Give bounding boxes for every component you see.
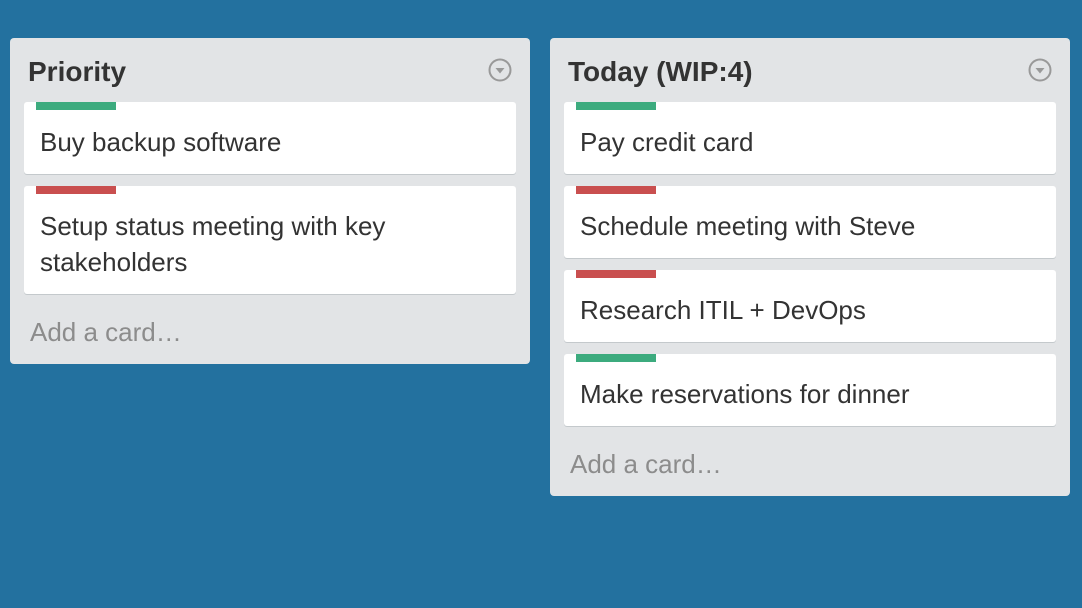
card-title: Buy backup software xyxy=(40,127,282,157)
card-title: Schedule meeting with Steve xyxy=(580,211,916,241)
card-label-red xyxy=(36,186,116,194)
card-label-green xyxy=(36,102,116,110)
list-header: Priority xyxy=(10,38,530,102)
card-list: Pay credit card Schedule meeting with St… xyxy=(550,102,1070,426)
list-title[interactable]: Today (WIP:4) xyxy=(568,54,753,90)
card-title: Setup status meeting with key stakeholde… xyxy=(40,211,386,277)
add-card-button[interactable]: Add a card… xyxy=(10,306,530,364)
card-label-green xyxy=(576,102,656,110)
list-priority: Priority Buy backup software Setup statu… xyxy=(10,38,530,364)
card[interactable]: Setup status meeting with key stakeholde… xyxy=(24,186,516,294)
add-card-button[interactable]: Add a card… xyxy=(550,438,1070,496)
board: Priority Buy backup software Setup statu… xyxy=(0,0,1082,608)
card[interactable]: Buy backup software xyxy=(24,102,516,174)
card[interactable]: Make reservations for dinner xyxy=(564,354,1056,426)
list-title[interactable]: Priority xyxy=(28,54,126,90)
card-list: Buy backup software Setup status meeting… xyxy=(10,102,530,294)
card-label-red xyxy=(576,186,656,194)
card-title: Make reservations for dinner xyxy=(580,379,910,409)
list-today: Today (WIP:4) Pay credit card Schedule m… xyxy=(550,38,1070,496)
list-header: Today (WIP:4) xyxy=(550,38,1070,102)
card-title: Research ITIL + DevOps xyxy=(580,295,866,325)
card[interactable]: Pay credit card xyxy=(564,102,1056,174)
card-label-red xyxy=(576,270,656,278)
card-title: Pay credit card xyxy=(580,127,754,157)
card-label-green xyxy=(576,354,656,362)
chevron-down-circle-icon[interactable] xyxy=(488,58,512,82)
card[interactable]: Schedule meeting with Steve xyxy=(564,186,1056,258)
chevron-down-circle-icon[interactable] xyxy=(1028,58,1052,82)
card[interactable]: Research ITIL + DevOps xyxy=(564,270,1056,342)
